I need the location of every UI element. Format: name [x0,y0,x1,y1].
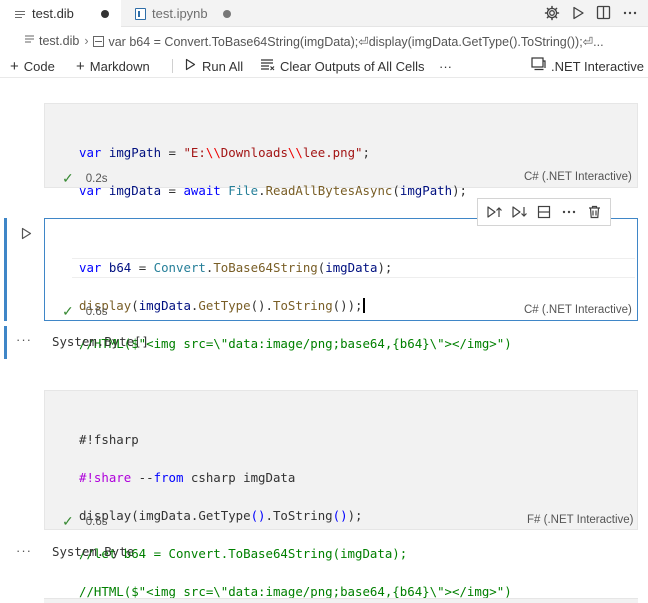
cell-3-language[interactable]: F# (.NET Interactive) [527,514,634,526]
cell-2-duration: 0.6s [85,305,108,318]
plus-icon: + [76,57,85,75]
output-more-button[interactable]: ··· [16,332,32,347]
tab-label: test.ipynb [152,6,208,21]
toolbar-divider [172,59,173,73]
run-all-button[interactable]: Run All [184,54,243,78]
check-icon: ✓ [62,513,74,529]
kernel-icon [531,57,546,75]
breadcrumb: test.dib › var b64 = Convert.ToBase64Str… [0,30,648,52]
execute-above-icon[interactable] [484,202,504,222]
plus-icon: + [10,57,19,75]
code-line: #!share --from csharp imgData [79,470,296,485]
cell-1-editor[interactable]: var imgPath = "E:\\Downloads\\lee.png"; … [79,124,467,219]
output-focus-indicator [4,326,7,359]
run-all-label: Run All [202,58,244,74]
cell-2-output: System.Byte[] [52,334,149,349]
code-line: display(imgData.GetType().ToString()); [79,298,365,313]
code-line: display(imgData.GetType().ToString()); [79,508,363,523]
cell-2-language[interactable]: C# (.NET Interactive) [524,304,632,316]
check-icon: ✓ [62,303,74,319]
tab-bar: test.dib test.ipynb [0,0,648,27]
add-markdown-button[interactable]: + Markdown [76,54,150,78]
code-line: var imgData = await File.ReadAllBytesAsy… [79,183,467,198]
clear-outputs-button[interactable]: Clear Outputs of All Cells [260,54,425,78]
code-cell-4-partial[interactable] [44,598,638,603]
code-line: #!fsharp [79,432,139,447]
run-all-icon [184,58,197,75]
text-cursor [362,298,365,313]
output-more-button[interactable]: ··· [16,543,32,558]
file-lines-icon [24,34,35,48]
cell-1-duration: 0.2s [85,172,108,185]
editor-actions [543,4,638,21]
breadcrumb-file[interactable]: test.dib [39,34,79,48]
breadcrumb-cell[interactable]: var b64 = Convert.ToBase64String(imgData… [108,34,603,49]
cell-3-output: System.Byte [52,544,135,559]
tab-label: test.dib [32,6,74,21]
more-cell-actions-icon[interactable] [559,202,579,222]
more-actions-icon[interactable] [621,4,638,21]
code-line: var b64 = Convert.ToBase64String(imgData… [79,260,393,275]
split-editor-icon[interactable] [595,4,612,21]
execute-below-icon[interactable] [509,202,529,222]
kernel-label: .NET Interactive [551,58,644,74]
play-icon[interactable] [569,4,586,21]
chevron-right-icon: › [84,34,89,48]
gear-icon[interactable] [543,4,560,21]
file-lines-icon [14,8,26,20]
unsaved-dot-icon[interactable] [223,10,231,18]
unsaved-dot-icon[interactable] [101,10,109,18]
add-code-button[interactable]: + Code [10,54,55,78]
tab-test-dib[interactable]: test.dib [0,0,121,27]
more-toolbar-button[interactable]: ··· [439,54,452,78]
clear-all-icon [260,58,275,75]
notebook-toolbar: + Code + Markdown Run All Clear Outputs … [0,54,648,78]
add-code-label: Code [23,58,55,74]
add-markdown-label: Markdown [89,58,150,74]
tab-test-ipynb[interactable]: test.ipynb [121,0,239,27]
cell-3-duration: 0.6s [85,515,108,528]
clear-outputs-label: Clear Outputs of All Cells [280,58,425,74]
cell-1-status: ✓ 0.2s [62,170,107,187]
trash-icon[interactable] [584,202,604,222]
cell-3-status: ✓ 0.6s [62,513,107,530]
cell-3-editor[interactable]: #!fsharp #!share --from csharp imgData d… [79,411,512,603]
cell-2-status: ✓ 0.6s [62,303,107,320]
check-icon: ✓ [62,170,74,186]
run-cell-button[interactable] [18,225,34,241]
code-cell-icon [93,35,105,47]
code-line: var imgPath = "E:\\Downloads\\lee.png"; [79,145,370,160]
split-cell-icon[interactable] [534,202,554,222]
cell-2-editor[interactable]: var b64 = Convert.ToBase64String(imgData… [79,239,512,372]
cell-focus-indicator [4,218,7,321]
cell-1-language[interactable]: C# (.NET Interactive) [524,171,632,183]
more-label: ··· [439,58,452,74]
kernel-picker[interactable]: .NET Interactive [531,54,644,78]
notebook-icon [135,7,146,20]
code-line: //let b64 = Convert.ToBase64String(imgDa… [79,546,408,561]
cell-toolbar [477,198,611,226]
